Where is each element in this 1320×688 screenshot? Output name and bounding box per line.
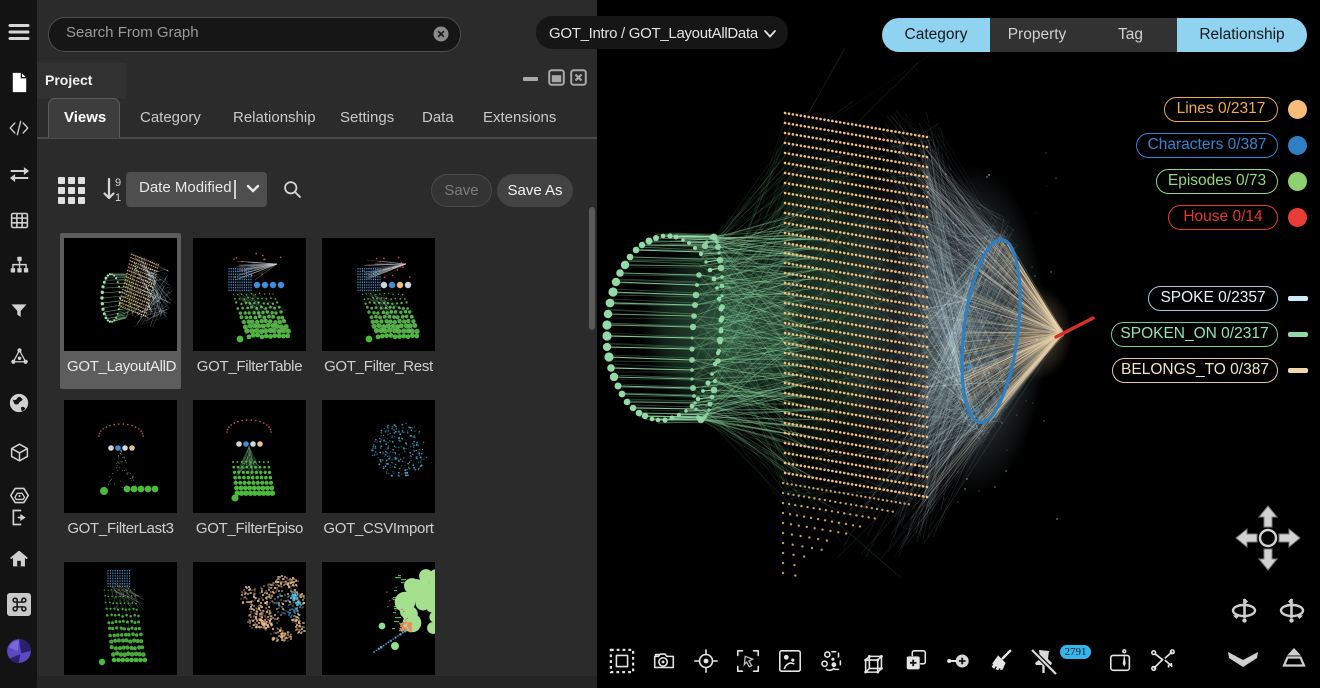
svg-text:9: 9 bbox=[115, 177, 121, 189]
svg-text:1: 1 bbox=[115, 192, 121, 204]
